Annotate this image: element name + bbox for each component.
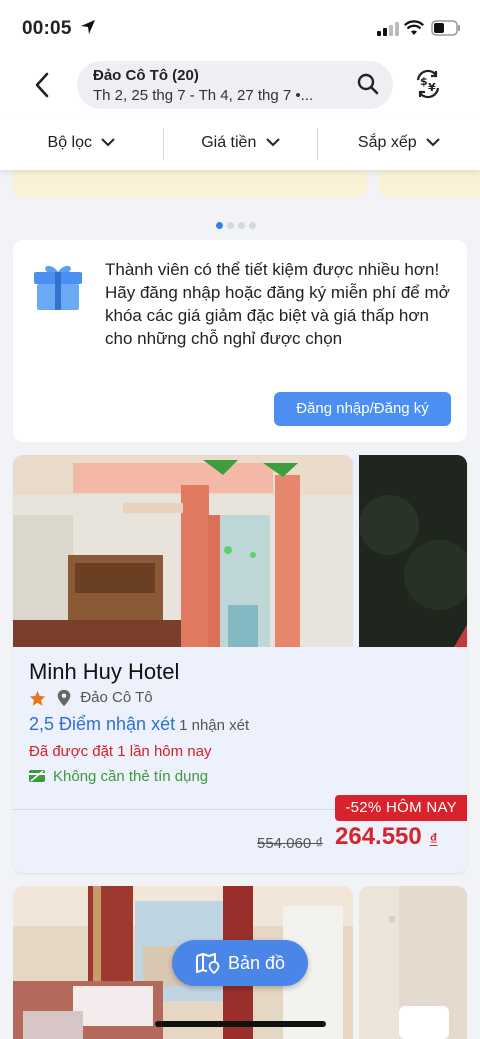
carousel-pagination: [216, 216, 260, 234]
filter-label: Bộ lọc: [47, 134, 92, 151]
hotel-card[interactable]: Minh Huy Hotel Đảo Cô Tô 2,5 Điểm nhận x…: [13, 455, 467, 873]
no-credit-card-row: Không cần thẻ tín dụng: [29, 768, 208, 785]
location-arrow-icon: [81, 20, 95, 34]
map-button-label: Bản đồ: [228, 953, 286, 973]
carousel-card[interactable]: [379, 170, 480, 198]
star-icon: [29, 690, 46, 706]
currency-symbol: ₫: [429, 831, 438, 848]
hotel-photo-next-secondary[interactable]: [359, 886, 467, 1039]
page-dot: [227, 222, 234, 229]
filter-button[interactable]: Bộ lọc: [0, 118, 163, 170]
sort-label: Sắp xếp: [357, 134, 417, 151]
review-score: 2,5 Điểm nhận xét: [29, 714, 176, 734]
page-dot-active: [216, 222, 223, 229]
page-dot: [249, 222, 256, 229]
hotel-photo[interactable]: [13, 455, 353, 647]
result-count: (20): [172, 67, 199, 84]
map-pin-icon: [57, 689, 71, 707]
credit-card-icon: [29, 769, 45, 782]
map-button[interactable]: Bản đồ: [172, 940, 308, 986]
sign-in-button[interactable]: Đăng nhập/Đăng ký: [274, 392, 451, 426]
hotel-location-row: Đảo Cô Tô: [29, 689, 153, 707]
review-count: 1 nhận xét: [179, 717, 250, 734]
svg-text:$: $: [420, 75, 428, 88]
chevron-down-icon: [266, 138, 280, 147]
deal-badge: -52% HÔM NAY: [335, 795, 467, 821]
promo-text: Thành viên có thể tiết kiệm được nhiều h…: [105, 260, 450, 348]
status-bar: 00:05: [0, 0, 480, 58]
price-filter-label: Giá tiền: [201, 134, 257, 151]
wifi-icon: [404, 20, 424, 35]
price-value: 264.550: [335, 823, 422, 850]
search-summary[interactable]: Đảo Cô Tô (20) Th 2, 25 thg 7 - Th 4, 27…: [77, 61, 393, 109]
discounted-price: 264.550 ₫: [335, 823, 437, 851]
hotel-photo-secondary[interactable]: [359, 455, 467, 647]
review-score-row[interactable]: 2,5 Điểm nhận xét 1 nhận xét: [29, 714, 249, 735]
signal-icon: [377, 22, 399, 36]
back-arrow-icon[interactable]: [28, 70, 58, 100]
status-time: 00:05: [22, 18, 72, 39]
home-indicator: [155, 1021, 326, 1027]
member-promo-card: Thành viên có thể tiết kiệm được nhiều h…: [13, 240, 467, 442]
carousel-card[interactable]: [12, 170, 367, 198]
map-icon: [196, 953, 220, 974]
chevron-down-icon: [426, 138, 440, 147]
battery-icon: [431, 20, 460, 36]
original-price: 554.060 ₫: [257, 835, 324, 852]
search-icon[interactable]: [357, 73, 379, 95]
offer-carousel[interactable]: [0, 170, 480, 200]
booked-today-text: Đã được đặt 1 lần hôm nay: [29, 743, 212, 760]
no-credit-card-text: Không cần thẻ tín dụng: [53, 768, 209, 785]
hotel-name[interactable]: Minh Huy Hotel: [29, 659, 179, 685]
destination-title: Đảo Cô Tô (20): [93, 67, 199, 84]
currency-exchange-icon[interactable]: $ ¥: [412, 68, 444, 100]
sort-button[interactable]: Sắp xếp: [318, 118, 480, 170]
page-dot: [238, 222, 245, 229]
chevron-down-icon: [101, 138, 116, 147]
gift-icon: [34, 265, 82, 310]
search-header: Đảo Cô Tô (20) Th 2, 25 thg 7 - Th 4, 27…: [0, 58, 480, 118]
hotel-location: Đảo Cô Tô: [80, 689, 153, 706]
price-filter-button[interactable]: Giá tiền: [164, 118, 317, 170]
svg-text:¥: ¥: [428, 81, 436, 94]
filter-bar: Bộ lọc Giá tiền Sắp xếp: [0, 118, 480, 170]
date-range: Th 2, 25 thg 7 - Th 4, 27 thg 7 •...: [93, 87, 314, 104]
